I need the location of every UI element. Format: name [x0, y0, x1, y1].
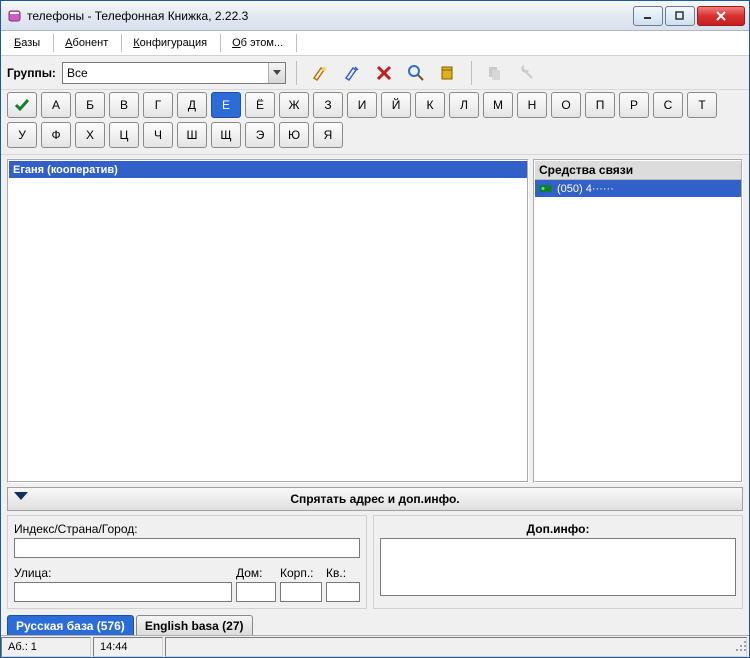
contacts-panel: Средства связи (050) 4······ [533, 159, 743, 483]
status-empty [165, 637, 747, 657]
minimize-button[interactable] [633, 6, 663, 26]
house-label: Дом: [236, 566, 276, 580]
titlebar: телефоны - Телефонная Книжка, 2.22.3 [1, 1, 749, 31]
letter-А[interactable]: А [41, 92, 71, 118]
maximize-button[interactable] [665, 6, 695, 26]
korp-input[interactable] [280, 582, 322, 602]
letter-Х[interactable]: Х [75, 122, 105, 148]
search-icon[interactable] [403, 60, 429, 86]
letter-Р[interactable]: Р [619, 92, 649, 118]
letter-И[interactable]: И [347, 92, 377, 118]
close-button[interactable] [697, 6, 745, 26]
letter-О[interactable]: О [551, 92, 581, 118]
content-area: Еганя (кооператив) Средства связи (050) … [1, 155, 749, 483]
resize-grip-icon[interactable] [733, 638, 747, 655]
letter-Я[interactable]: Я [313, 122, 343, 148]
letter-Э[interactable]: Э [245, 122, 275, 148]
letter-Ё[interactable]: Ё [245, 92, 275, 118]
apt-label: Кв.: [326, 566, 360, 580]
delete-button[interactable] [371, 60, 397, 86]
house-input[interactable] [236, 582, 276, 602]
letter-В[interactable]: В [109, 92, 139, 118]
letter-М[interactable]: М [483, 92, 513, 118]
letter-Щ[interactable]: Щ [211, 122, 241, 148]
letter-Д[interactable]: Д [177, 92, 207, 118]
menu-config[interactable]: Конфигурация [124, 33, 216, 53]
letter-Ю[interactable]: Ю [279, 122, 309, 148]
letter-Т[interactable]: Т [687, 92, 717, 118]
street-input[interactable] [14, 582, 232, 602]
alphabet-bar: АБВГДЕЁЖЗИЙКЛМНОПРСТ УФХЦЧШЩЭЮЯ [1, 90, 749, 155]
menubar: Базы Абонент Конфигурация Об этом... [1, 31, 749, 56]
letter-Ц[interactable]: Ц [109, 122, 139, 148]
letter-Й[interactable]: Й [381, 92, 411, 118]
apt-input[interactable] [326, 582, 360, 602]
show-all-button[interactable] [7, 92, 37, 118]
menu-about[interactable]: Об этом... [223, 33, 292, 53]
korp-label: Корп.: [280, 566, 322, 580]
contacts-header: Средства связи [535, 161, 741, 180]
letter-К[interactable]: К [415, 92, 445, 118]
app-icon [7, 8, 23, 24]
tool-button [514, 60, 540, 86]
toggle-address-bar[interactable]: Спрятать адрес и доп.инфо. [7, 487, 743, 511]
chevron-down-icon [14, 492, 28, 507]
tab-ru[interactable]: Русская база (576) [7, 615, 134, 635]
groups-value: Все [63, 66, 268, 80]
status-bar: Аб.: 1 14:44 [1, 635, 749, 657]
letter-Ж[interactable]: Ж [279, 92, 309, 118]
groups-label: Группы: [7, 66, 56, 80]
street-label: Улица: [14, 566, 232, 580]
menu-subscriber[interactable]: Абонент [56, 33, 117, 53]
letter-Л[interactable]: Л [449, 92, 479, 118]
letter-Г[interactable]: Г [143, 92, 173, 118]
menu-db[interactable]: Базы [5, 33, 49, 53]
letter-Ш[interactable]: Ш [177, 122, 207, 148]
subscriber-list[interactable]: Еганя (кооператив) [7, 159, 529, 483]
address-area: Индекс/Страна/Город: Улица: Дом: Корп.: … [1, 511, 749, 609]
contacts-list[interactable]: (050) 4······ [535, 180, 741, 481]
index-label: Индекс/Страна/Город: [14, 522, 360, 536]
tab-en[interactable]: English basa (27) [136, 615, 253, 635]
add-button[interactable] [307, 60, 333, 86]
letter-Ч[interactable]: Ч [143, 122, 173, 148]
app-window: телефоны - Телефонная Книжка, 2.22.3 Баз… [0, 0, 750, 658]
index-input[interactable] [14, 538, 360, 558]
window-title: телефоны - Телефонная Книжка, 2.22.3 [27, 9, 631, 23]
phone-icon [539, 183, 553, 194]
copy-button [482, 60, 508, 86]
list-item[interactable]: Еганя (кооператив) [9, 161, 527, 178]
contact-item[interactable]: (050) 4······ [535, 180, 741, 197]
db-tabs: Русская база (576) English basa (27) [1, 609, 749, 635]
letter-У[interactable]: У [7, 122, 37, 148]
groups-combo[interactable]: Все [62, 62, 286, 84]
extra-info-panel: Доп.инфо: [373, 515, 743, 609]
address-panel: Индекс/Страна/Город: Улица: Дом: Корп.: … [7, 515, 367, 609]
book-icon[interactable] [435, 60, 461, 86]
letter-С[interactable]: С [653, 92, 683, 118]
letter-Н[interactable]: Н [517, 92, 547, 118]
letter-З[interactable]: З [313, 92, 343, 118]
letter-Е[interactable]: Е [211, 92, 241, 118]
toolbar: Группы: Все [1, 56, 749, 90]
extra-label: Доп.инфо: [380, 522, 736, 536]
letter-Ф[interactable]: Ф [41, 122, 71, 148]
letter-П[interactable]: П [585, 92, 615, 118]
letter-Б[interactable]: Б [75, 92, 105, 118]
status-time: 14:44 [93, 637, 163, 657]
extra-input[interactable] [380, 538, 736, 596]
status-count: Аб.: 1 [1, 637, 91, 657]
edit-button[interactable] [339, 60, 365, 86]
chevron-down-icon[interactable] [268, 63, 285, 83]
